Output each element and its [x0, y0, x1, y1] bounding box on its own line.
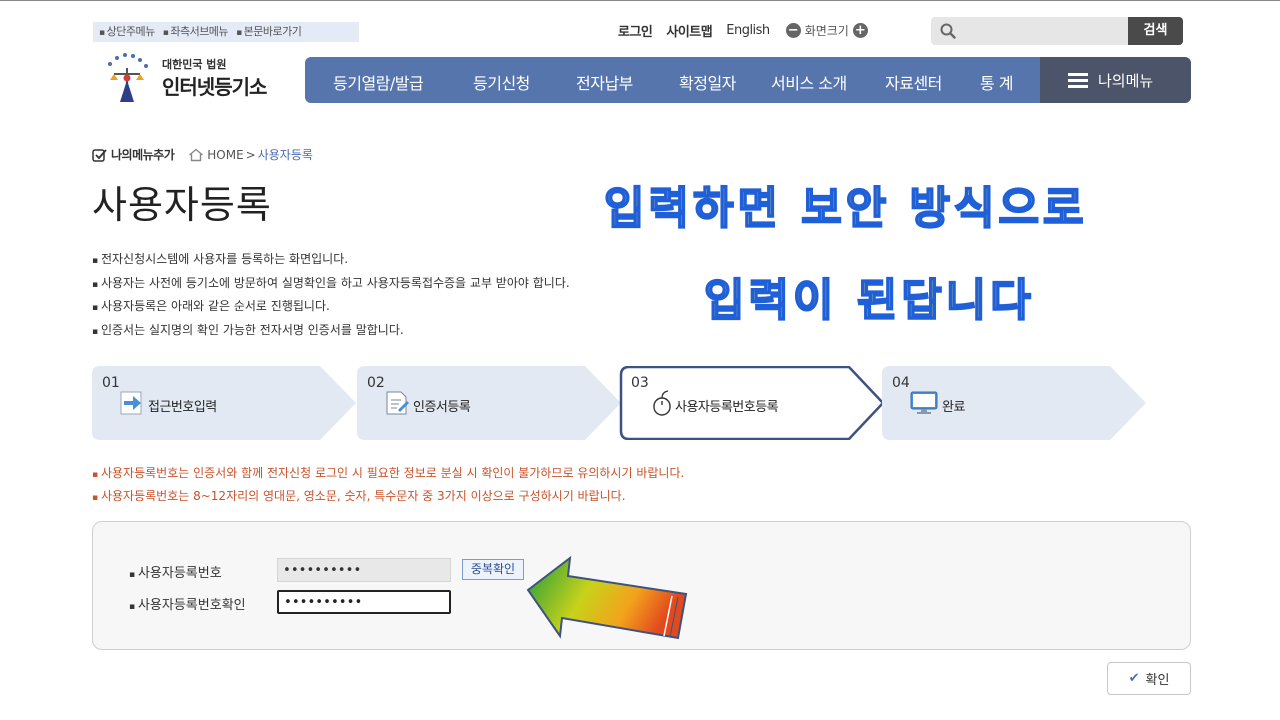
zoom-in-icon[interactable]: + [852, 22, 868, 38]
step-4-label: 완료 [942, 400, 965, 415]
document-edit-icon [386, 391, 409, 415]
overlay-caption-line1: 입력하면 보안 방식으로 [603, 182, 1088, 235]
add-my-menu-button[interactable]: 나의메뉴추가 [92, 146, 175, 163]
description-item: 사용자등록은 아래와 같은 순서로 진행됩니다. [92, 297, 570, 321]
reg-number-label: 사용자등록번호 [129, 562, 222, 581]
my-menu-label: 나의메뉴 [1098, 71, 1154, 90]
step-1-label: 접근번호입력 [148, 400, 217, 415]
search-box: 검색 [931, 17, 1183, 45]
hamburger-icon [1068, 73, 1088, 88]
arrow-right-icon [120, 391, 142, 415]
login-link[interactable]: 로그인 [618, 21, 653, 40]
step-4: 04 완료 [882, 366, 1146, 440]
skip-links: 상단주메뉴 좌측서브메뉴 본문바로가기 [93, 22, 359, 42]
pointer-arrow-icon [526, 556, 688, 640]
breadcrumb-home[interactable]: HOME [188, 147, 244, 162]
mouse-icon [653, 390, 671, 416]
search-icon [940, 23, 956, 39]
zoom-label: 화면크기 [804, 23, 849, 38]
step-3-active: 03 사용자등록번호등록 [621, 366, 883, 440]
overlay-caption-line2: 입력이 된답니다 [703, 274, 1035, 327]
duplicate-check-button[interactable]: 중복확인 [462, 559, 524, 580]
zoom-out-icon[interactable]: − [785, 22, 801, 38]
skip-link-left-submenu[interactable]: 좌측서브메뉴 [163, 25, 229, 38]
sitemap-link[interactable]: 사이트맵 [666, 21, 712, 40]
add-my-menu-label: 나의메뉴추가 [111, 148, 175, 162]
logo-site-name: 인터넷등기소 [162, 75, 267, 99]
monitor-icon [910, 391, 938, 414]
check-icon: ✔ [1128, 671, 1140, 686]
step-3-label: 사용자등록번호등록 [675, 400, 779, 415]
utility-menu: 로그인 사이트맵 English − 화면크기 + [618, 20, 872, 40]
step-1-number: 01 [102, 375, 120, 391]
notice-list: 사용자등록번호는 인증서와 함께 전자신청 로그인 시 필요한 정보로 분실 시… [92, 464, 684, 510]
page-title: 사용자등록 [92, 183, 272, 227]
step-3-number: 03 [631, 375, 649, 391]
court-emblem-icon [108, 53, 148, 102]
english-link[interactable]: English [726, 23, 770, 38]
step-progress: 01 접근번호입력 02 인증서등록 03 사용자등록번호등록 04 완료 [92, 366, 1152, 440]
breadcrumb-separator: > [245, 147, 256, 162]
zoom-control: − 화면크기 + [782, 22, 872, 39]
step-2: 02 인증서등록 [357, 366, 621, 440]
confirm-button-label: 확인 [1145, 673, 1170, 688]
nav-registry-application[interactable]: 등기신청 [473, 70, 530, 94]
home-icon [189, 148, 204, 161]
search-input[interactable] [963, 21, 1123, 41]
skip-link-top-menu[interactable]: 상단주메뉴 [99, 25, 155, 38]
notice-item: 사용자등록번호는 인증서와 함께 전자신청 로그인 시 필요한 정보로 분실 시… [92, 464, 684, 487]
search-button[interactable]: 검색 [1128, 17, 1183, 45]
nav-registry-view-issue[interactable]: 등기열람/발급 [333, 70, 424, 94]
my-menu-button[interactable]: 나의메뉴 [1040, 57, 1191, 103]
nav-electronic-payment[interactable]: 전자납부 [576, 70, 633, 94]
breadcrumb-current: 사용자등록 [257, 148, 313, 162]
reg-number-confirm-label: 사용자등록번호확인 [129, 594, 246, 613]
skip-link-content[interactable]: 본문바로가기 [236, 25, 302, 38]
nav-service-intro[interactable]: 서비스 소개 [771, 70, 847, 94]
step-4-number: 04 [892, 375, 910, 391]
top-border-line [0, 0, 1280, 1]
description-item: 인증서는 실지명의 확인 가능한 전자서명 인증서를 말합니다. [92, 321, 570, 345]
description-item: 사용자는 사전에 등기소에 방문하여 실명확인을 하고 사용자등록접수증을 교부… [92, 274, 570, 298]
logo-court-text: 대한민국 법원 [162, 58, 227, 71]
nav-statistics[interactable]: 통 계 [980, 70, 1014, 94]
main-navigation: 등기열람/발급 등기신청 전자납부 확정일자 서비스 소개 자료센터 통 계 [305, 57, 1040, 103]
site-logo[interactable]: 대한민국 법원 인터넷등기소 [98, 50, 288, 106]
step-2-number: 02 [367, 375, 385, 391]
checkbox-icon [92, 148, 107, 162]
description-item: 전자신청시스템에 사용자를 등록하는 화면입니다. [92, 250, 570, 274]
notice-item: 사용자등록번호는 8~12자리의 영대문, 영소문, 숫자, 특수문자 중 3가… [92, 487, 684, 510]
step-1: 01 접근번호입력 [92, 366, 356, 440]
breadcrumb: 나의메뉴추가 HOME > 사용자등록 [92, 146, 313, 163]
breadcrumb-home-label: HOME [207, 147, 244, 162]
nav-fixed-date[interactable]: 확정일자 [679, 70, 736, 94]
reg-number-input[interactable] [277, 558, 451, 582]
confirm-button[interactable]: ✔ 확인 [1107, 662, 1191, 695]
nav-resource-center[interactable]: 자료센터 [885, 70, 942, 94]
reg-number-confirm-input[interactable] [277, 590, 451, 614]
description-list: 전자신청시스템에 사용자를 등록하는 화면입니다. 사용자는 사전에 등기소에 … [92, 250, 570, 344]
step-2-label: 인증서등록 [413, 400, 471, 415]
